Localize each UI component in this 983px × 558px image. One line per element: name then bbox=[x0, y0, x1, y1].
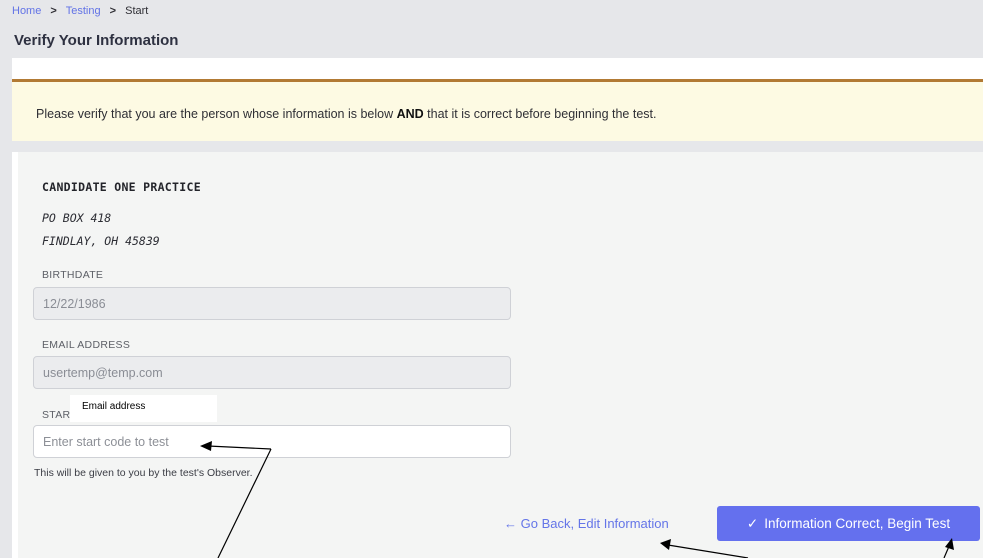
notice-emphasis: AND bbox=[396, 107, 424, 121]
email-label: EMAIL ADDRESS bbox=[42, 339, 131, 351]
birthdate-label: BIRTHDATE bbox=[42, 269, 104, 281]
go-back-label: Go Back, Edit Information bbox=[520, 516, 669, 531]
birthdate-field bbox=[33, 287, 511, 320]
breadcrumb-separator: > bbox=[50, 5, 57, 17]
annotation-label: Email address bbox=[70, 395, 217, 422]
breadcrumb: Home > Testing > Start bbox=[12, 5, 148, 17]
notice-text-start: Please verify that you are the person wh… bbox=[36, 107, 397, 121]
email-field bbox=[33, 356, 511, 389]
address-line-1: PO BOX 418 bbox=[42, 211, 112, 225]
go-back-edit-link[interactable]: ← Go Back, Edit Information bbox=[504, 516, 669, 531]
candidate-card bbox=[18, 152, 983, 558]
candidate-name: CANDIDATE ONE PRACTICE bbox=[42, 180, 201, 194]
address-line-2: FINDLAY, OH 45839 bbox=[42, 234, 160, 248]
page-header: Home > Testing > Start Verify Your Infor… bbox=[0, 0, 983, 58]
section-divider bbox=[0, 141, 983, 152]
breadcrumb-testing-link[interactable]: Testing bbox=[66, 5, 101, 17]
start-code-input[interactable] bbox=[33, 425, 511, 458]
start-code-hint: This will be given to you by the test's … bbox=[34, 467, 253, 479]
check-icon: ✓ bbox=[746, 516, 759, 531]
verification-notice: Please verify that you are the person wh… bbox=[12, 79, 983, 141]
begin-test-button[interactable]: ✓ Information Correct, Begin Test bbox=[717, 506, 980, 541]
arrow-left-icon: ← bbox=[504, 516, 517, 531]
begin-test-label: Information Correct, Begin Test bbox=[764, 516, 951, 531]
breadcrumb-current: Start bbox=[125, 5, 149, 17]
page-gutter bbox=[0, 58, 12, 558]
notice-text: Please verify that you are the person wh… bbox=[36, 107, 656, 121]
notice-text-end: that it is correct before beginning the … bbox=[423, 107, 657, 121]
breadcrumb-separator: > bbox=[109, 5, 117, 17]
breadcrumb-home-link[interactable]: Home bbox=[12, 5, 41, 17]
page-title: Verify Your Information bbox=[14, 32, 179, 49]
start-code-label: STAR bbox=[42, 409, 71, 421]
